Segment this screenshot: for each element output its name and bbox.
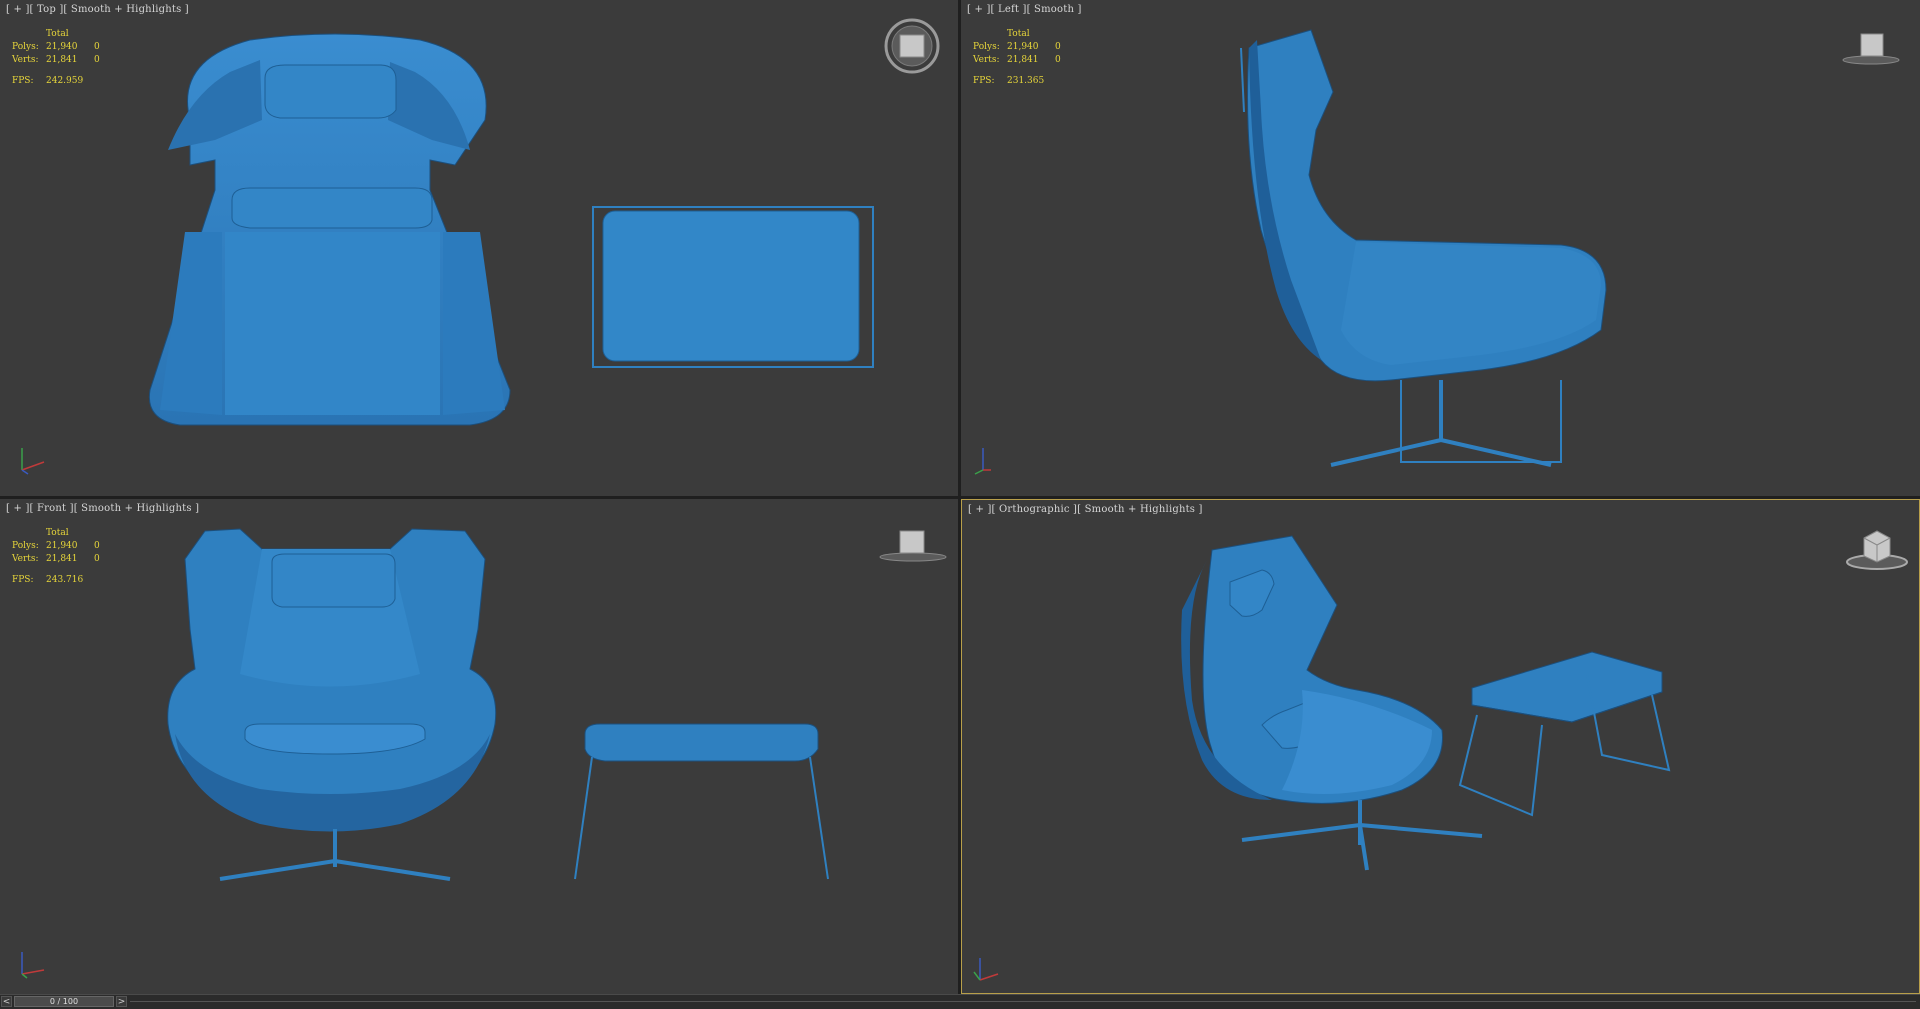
viewcube[interactable] [1842, 522, 1912, 572]
viewcube-icon [884, 18, 940, 74]
axis-gizmo [974, 448, 991, 475]
previous-frame-button[interactable]: < [1, 996, 12, 1007]
armchair-front-view [167, 528, 497, 832]
viewcube[interactable] [1841, 28, 1901, 68]
swivel-base [1330, 380, 1552, 467]
ottoman-orthographic-view [1458, 651, 1671, 817]
ottoman-front-view [574, 723, 829, 880]
armchair-orthographic-view [1181, 535, 1443, 804]
time-slider-bar: < 0 / 100 > [0, 994, 1920, 1009]
time-slider[interactable]: 0 / 100 [14, 996, 114, 1007]
viewcube-icon [1846, 530, 1908, 570]
viewcube-icon [879, 530, 947, 562]
next-frame-button[interactable]: > [116, 996, 127, 1007]
viewcube[interactable] [882, 18, 942, 78]
viewport-left[interactable]: [ + ][ Left ][ Smooth ] Total Polys: 21,9… [961, 0, 1920, 496]
axis-gizmo [973, 958, 999, 981]
viewcube-icon [1842, 33, 1900, 65]
armchair-top-view [148, 33, 511, 426]
viewport-front[interactable]: [ + ][ Front ][ Smooth + Highlights ] To… [0, 499, 958, 994]
viewport-top[interactable]: [ + ][ Top ][ Smooth + Highlights ] Tota… [0, 0, 958, 496]
axis-gizmo [21, 952, 45, 979]
ottoman-top-view [592, 206, 874, 368]
left-view-scene [974, 29, 1607, 475]
orthographic-view-scene [973, 535, 1671, 981]
front-view-scene [21, 528, 829, 979]
viewcube[interactable] [878, 529, 948, 569]
swivel-base [1241, 800, 1483, 871]
timeline-track[interactable] [130, 1001, 1916, 1002]
armchair-side-view [1240, 29, 1607, 382]
top-view-scene [21, 33, 874, 475]
viewport-orthographic[interactable]: [ + ][ Orthographic ][ Smooth + Highligh… [961, 499, 1920, 994]
swivel-base [219, 829, 451, 881]
axis-gizmo [21, 448, 45, 475]
